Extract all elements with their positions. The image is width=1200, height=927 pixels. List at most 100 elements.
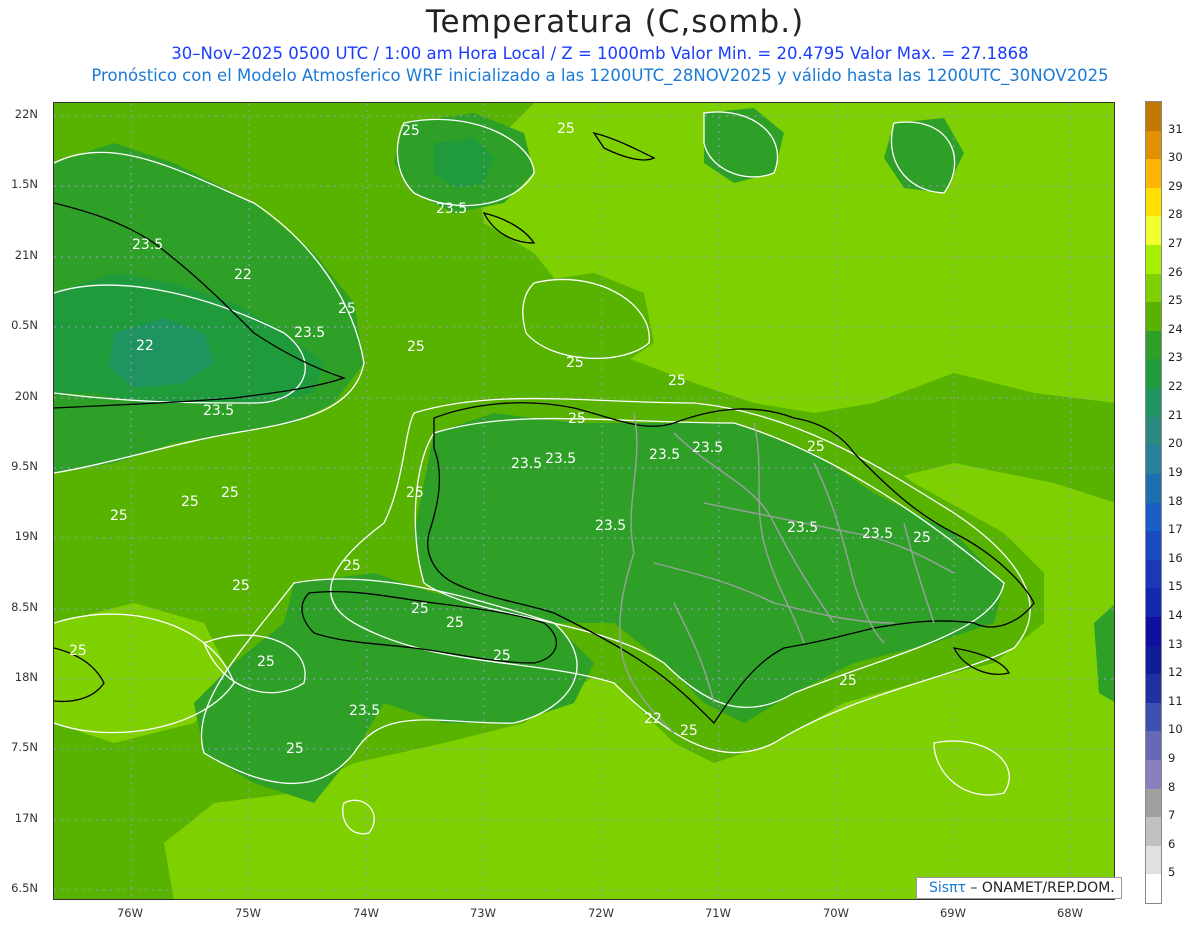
- lon-label: 68W: [1056, 906, 1083, 920]
- colorbar-segment: [1146, 330, 1161, 360]
- colorbar-segment: [1146, 845, 1161, 875]
- contour-label: 22: [644, 711, 662, 727]
- colorbar-label: 26: [1168, 264, 1183, 279]
- contour-label: 25: [839, 673, 857, 689]
- colorbar-segment: [1146, 559, 1161, 589]
- colorbar-label: 6: [1168, 836, 1176, 851]
- colorbar-label: 18: [1168, 493, 1183, 508]
- lat-label: 0.5N: [11, 318, 38, 332]
- contour-label: 25: [181, 494, 199, 510]
- colorbar-segment: [1146, 187, 1161, 217]
- contour-label: 25: [232, 578, 250, 594]
- contour-label: 23.5: [294, 325, 326, 341]
- map-title: Temperatura (C,somb.): [425, 4, 805, 40]
- colorbar-label: 7: [1168, 808, 1176, 823]
- contour-label: 25: [69, 643, 87, 659]
- colorbar-label: 24: [1168, 321, 1183, 336]
- contour-label: 23.5: [132, 237, 164, 253]
- colorbar-segment: [1146, 473, 1161, 503]
- contour-label: 23.5: [203, 403, 235, 419]
- colorbar-label: 17: [1168, 522, 1183, 537]
- lon-label: 69W: [939, 906, 966, 920]
- colorbar-label: 30: [1168, 150, 1183, 165]
- contour-label: 25: [407, 339, 425, 355]
- colorbar-label: 12: [1168, 665, 1183, 680]
- colorbar-label: 15: [1168, 579, 1183, 594]
- colorbar-segment: [1146, 388, 1161, 418]
- lat-label: 17N: [14, 811, 38, 825]
- lat-label: 22N: [14, 107, 38, 121]
- colorbar-label: 28: [1168, 207, 1183, 222]
- colorbar-segment: [1146, 874, 1161, 904]
- colorbar-label: 10: [1168, 722, 1183, 737]
- colorbar-label: 8: [1168, 779, 1176, 794]
- colorbar-segment: [1146, 102, 1161, 132]
- colorbar-segment: [1146, 817, 1161, 847]
- colorbar-segment: [1146, 302, 1161, 332]
- colorbar-segment: [1146, 359, 1161, 389]
- contour-label: 25: [343, 558, 361, 574]
- contour-label: 25: [668, 373, 686, 389]
- colorbar-label: 16: [1168, 550, 1183, 565]
- contour-label: 25: [680, 723, 698, 739]
- colorbar-segment: [1146, 502, 1161, 532]
- contour-label: 25: [557, 121, 575, 137]
- contour-label: 25: [913, 530, 931, 546]
- colorbar-label: 23: [1168, 350, 1183, 365]
- contour-label: 25: [807, 439, 825, 455]
- contour-label: 25: [257, 654, 275, 670]
- lat-label: 6.5N: [11, 881, 38, 895]
- contour-label: 25: [406, 485, 424, 501]
- temperature-map: 25 25 25 25 25 25 25 25 25 25 25 25 25 25 25 25 25 25 25 25…: [53, 102, 1115, 900]
- colorbar-label: 25: [1168, 293, 1183, 308]
- colorbar: [1145, 101, 1162, 904]
- colorbar-label: 21: [1168, 407, 1183, 422]
- model-run-subtitle: Pronóstico con el Modelo Atmosferico WRF…: [91, 66, 1109, 85]
- colorbar-segment: [1146, 616, 1161, 647]
- contour-label: 25: [566, 355, 584, 371]
- lat-label: 7.5N: [11, 740, 38, 754]
- colorbar-segment: [1146, 416, 1161, 446]
- lat-label: 19N: [14, 529, 38, 543]
- contour-label: 23.5: [545, 451, 577, 467]
- colorbar-label: 13: [1168, 636, 1183, 651]
- credit-box: Sisπτ – ONAMET/REP.DOM.: [916, 877, 1122, 899]
- contour-label: 22: [234, 267, 252, 283]
- colorbar-segment: [1146, 702, 1161, 732]
- lat-label: 8.5N: [11, 600, 38, 614]
- contour-label: 25: [411, 601, 429, 617]
- colorbar-label: 31: [1168, 121, 1183, 136]
- contour-label: 23.5: [649, 447, 681, 463]
- map-canvas: [54, 103, 1114, 899]
- lon-label: 71W: [704, 906, 731, 920]
- credit-brand: Sisπτ: [929, 880, 966, 896]
- contour-label: 23.5: [511, 456, 543, 472]
- lon-label: 70W: [822, 906, 849, 920]
- contour-label: 25: [110, 508, 128, 524]
- colorbar-label: 5: [1168, 865, 1176, 880]
- contour-label: 23.5: [349, 703, 381, 719]
- colorbar-label: 9: [1168, 750, 1176, 765]
- colorbar-segment: [1146, 531, 1161, 561]
- lat-label: 18N: [14, 670, 38, 684]
- lon-label: 76W: [116, 906, 143, 920]
- lat-label: 1.5N: [11, 177, 38, 191]
- lon-label: 75W: [234, 906, 261, 920]
- colorbar-label: 11: [1168, 693, 1183, 708]
- contour-label: 25: [446, 615, 464, 631]
- lat-label: 20N: [14, 389, 38, 403]
- contour-label: 25: [568, 411, 586, 427]
- contour-label: 25: [286, 741, 304, 757]
- contour-label: 23.5: [862, 526, 894, 542]
- colorbar-segment: [1146, 588, 1161, 618]
- contour-label: 23.5: [787, 520, 819, 536]
- lat-label: 9.5N: [11, 459, 38, 473]
- contour-label: 25: [493, 648, 511, 664]
- colorbar-segment: [1146, 788, 1161, 818]
- colorbar-label: 20: [1168, 436, 1183, 451]
- lon-label: 74W: [352, 906, 379, 920]
- colorbar-segment: [1146, 245, 1161, 275]
- colorbar-segment: [1146, 674, 1161, 704]
- colorbar-label: 27: [1168, 236, 1183, 251]
- lon-label: 72W: [587, 906, 614, 920]
